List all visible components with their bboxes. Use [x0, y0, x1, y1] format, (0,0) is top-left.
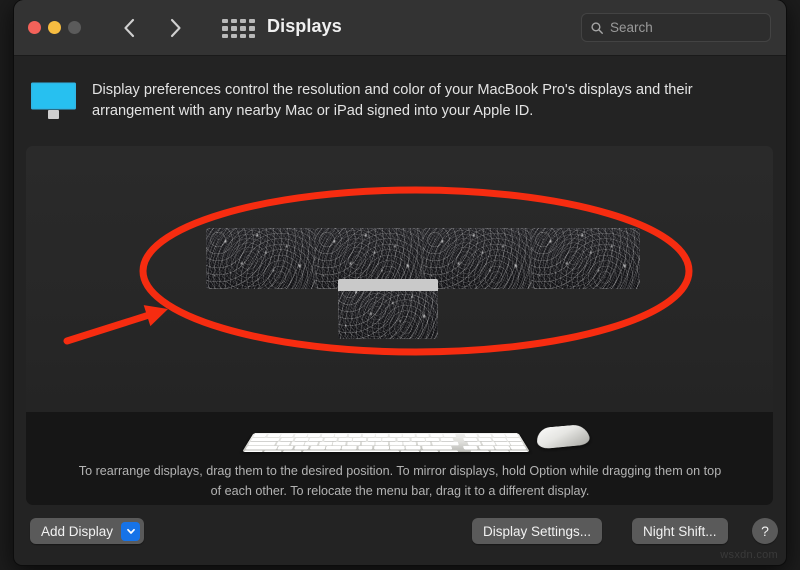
- magic-keyboard: [242, 432, 530, 452]
- search-input[interactable]: [610, 20, 786, 35]
- display-monitor-icon: [30, 80, 77, 125]
- header-description-row: Display preferences control the resoluti…: [14, 56, 786, 125]
- close-window-button[interactable]: [28, 21, 41, 34]
- display-settings-button[interactable]: Display Settings...: [472, 518, 603, 544]
- search-icon: [591, 21, 603, 34]
- page-title: Displays: [267, 16, 342, 36]
- window-toolbar: Displays: [14, 0, 786, 56]
- chevron-left-icon: [124, 18, 135, 38]
- arrangement-hint: To rearrange displays, drag them to the …: [78, 464, 722, 498]
- menu-bar-strip[interactable]: [338, 279, 438, 291]
- grid-view-icon[interactable]: [222, 19, 255, 38]
- display-1[interactable]: [206, 228, 315, 289]
- forward-button[interactable]: [161, 14, 189, 42]
- add-display-label: Add Display: [41, 523, 114, 539]
- display-arrangement-area[interactable]: [26, 146, 773, 412]
- zoom-window-button[interactable]: [68, 21, 81, 34]
- display-main[interactable]: [338, 279, 438, 339]
- back-button[interactable]: [116, 14, 144, 42]
- minimize-window-button[interactable]: [48, 21, 61, 34]
- displays-preferences-window: Displays Display preferences control the…: [14, 0, 786, 565]
- header-description: Display preferences control the resoluti…: [92, 82, 693, 119]
- chevron-down-icon[interactable]: [121, 521, 141, 541]
- add-display-button[interactable]: Add Display: [30, 518, 145, 544]
- display-4[interactable]: [531, 228, 640, 289]
- watermark: wsxdn.com: [720, 549, 778, 561]
- help-button[interactable]: ?: [752, 518, 778, 544]
- search-box[interactable]: [581, 13, 786, 42]
- chevron-right-icon: [170, 18, 181, 38]
- display-3[interactable]: [423, 228, 531, 289]
- night-shift-button[interactable]: Night Shift...: [632, 518, 728, 544]
